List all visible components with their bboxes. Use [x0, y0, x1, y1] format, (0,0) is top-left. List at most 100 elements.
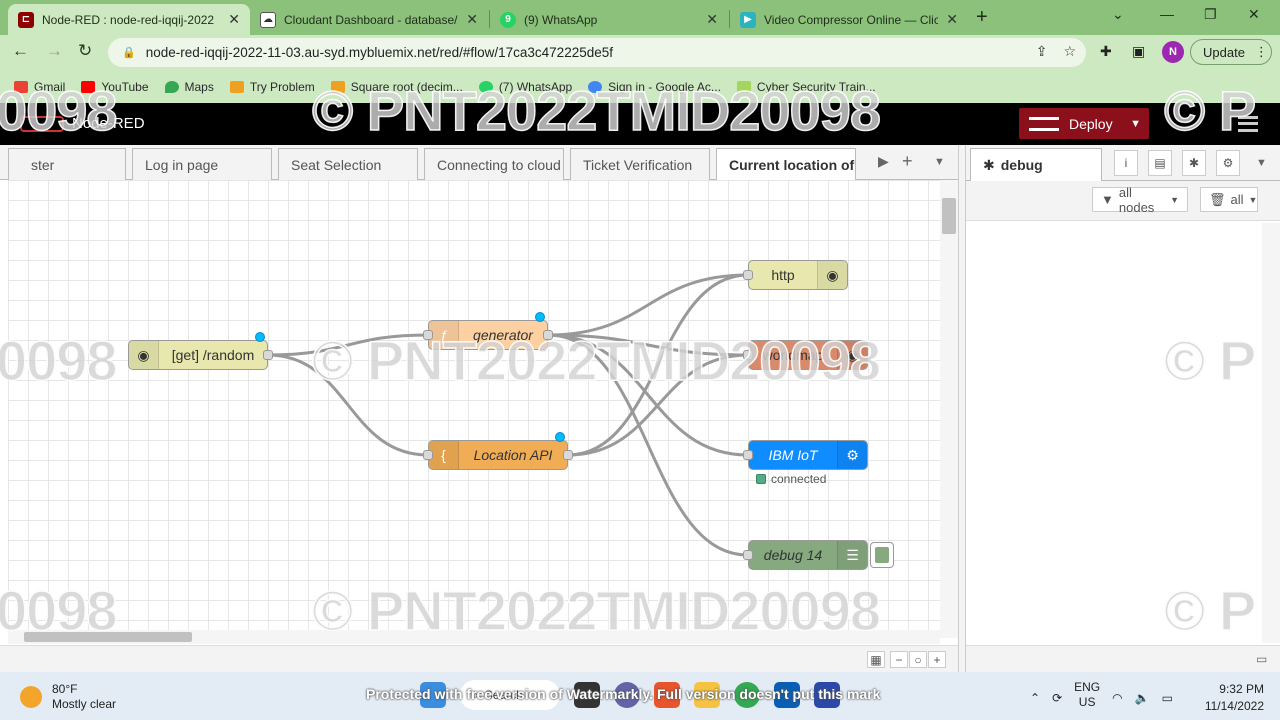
browser-tab-video-compressor[interactable]: ▶ Video Compressor Online — Clic ✕	[730, 4, 968, 35]
http-response-node[interactable]: http ◉	[748, 260, 848, 290]
debug-toggle-button[interactable]	[870, 542, 894, 568]
windows-start-icon[interactable]	[420, 682, 446, 708]
map-icon[interactable]: ▦	[867, 651, 885, 668]
tab-flow-1[interactable]: ster	[8, 148, 126, 180]
vertical-scrollbar[interactable]	[940, 180, 958, 638]
clear-all-dropdown[interactable]: 🗑 all ▼	[1200, 187, 1258, 212]
worldmap-node[interactable]: worldmap ◉	[748, 340, 868, 370]
zoom-in-button[interactable]: +	[928, 651, 946, 668]
filter-nodes-dropdown[interactable]: ▼ all nodes ▼	[1092, 185, 1188, 215]
gear-icon[interactable]: ⚙	[1216, 150, 1240, 176]
close-window-icon[interactable]: ✕	[1248, 6, 1260, 23]
template-node-location-api[interactable]: { Location API	[428, 440, 568, 470]
tab-search-icon[interactable]: ⌄	[1112, 6, 1124, 23]
input-port[interactable]	[423, 450, 433, 460]
new-tab-icon[interactable]: +	[976, 6, 988, 29]
tab-seat-selection[interactable]: Seat Selection	[278, 148, 418, 180]
function-node-generator[interactable]: ƒ generator	[428, 320, 548, 350]
tab-log-in-page[interactable]: Log in page	[132, 148, 272, 180]
output-port[interactable]	[563, 450, 573, 460]
input-port[interactable]	[743, 270, 753, 280]
sidebar-resize-handle[interactable]	[958, 145, 966, 672]
scroll-thumb[interactable]	[942, 198, 956, 234]
reload-icon[interactable]: ↻	[78, 41, 92, 61]
tab-current-location[interactable]: Current location of	[716, 148, 856, 181]
task-view-icon[interactable]	[574, 682, 600, 708]
bookmark-star-icon[interactable]: ☆	[1063, 43, 1076, 60]
http-in-node[interactable]: ◉ [get] /random	[128, 340, 268, 370]
sidebar-menu-caret-icon[interactable]: ▼	[1256, 157, 1267, 169]
main-menu-icon[interactable]	[1238, 116, 1258, 132]
address-bar[interactable]: 🔒 node-red-iqqij-2022-11-03.au-syd.myblu…	[108, 38, 1086, 67]
close-tab-icon[interactable]: ✕	[228, 11, 240, 28]
language-indicator[interactable]: ENG US	[1074, 680, 1100, 710]
brave-icon[interactable]	[654, 682, 680, 708]
browser-tab-whatsapp[interactable]: 9 (9) WhatsApp ✕	[490, 4, 728, 35]
book-icon[interactable]: ▤	[1148, 150, 1172, 176]
close-tab-icon[interactable]: ✕	[466, 11, 478, 28]
input-port[interactable]	[743, 350, 753, 360]
add-flow-icon[interactable]: +	[902, 151, 913, 172]
caret-down-icon[interactable]: ▼	[1130, 118, 1141, 130]
popout-icon[interactable]: ▭	[1256, 652, 1267, 666]
output-port[interactable]	[263, 350, 273, 360]
debug-node[interactable]: debug 14 ☰	[748, 540, 868, 570]
input-port[interactable]	[743, 450, 753, 460]
tab-connecting-to-cloud[interactable]: Connecting to cloud	[424, 148, 564, 180]
bookmark-cyber-security[interactable]: Cyber Security Train...	[736, 80, 876, 94]
sync-icon[interactable]: ⟳	[1052, 691, 1062, 705]
update-button[interactable]: Update ⋮	[1190, 39, 1272, 65]
flow-list-caret-icon[interactable]: ▼	[934, 156, 945, 168]
browser-tab-node-red[interactable]: ⊏ Node-RED : node-red-iqqij-2022 ✕	[8, 4, 250, 35]
bug-icon[interactable]: ✱	[1182, 150, 1206, 176]
clock[interactable]: 9:32 PM 11/14/2022	[1192, 681, 1264, 715]
tab-ticket-verification[interactable]: Ticket Verification	[570, 148, 710, 180]
store-icon[interactable]	[774, 682, 800, 708]
close-tab-icon[interactable]: ✕	[706, 11, 718, 28]
maps-icon	[164, 80, 179, 93]
horizontal-scrollbar[interactable]	[8, 630, 940, 644]
minimize-icon[interactable]: —	[1160, 6, 1174, 22]
taskbar-search[interactable]: ⌕ Search	[460, 680, 560, 710]
restore-icon[interactable]: ❐	[1204, 6, 1217, 23]
vscode-icon[interactable]	[814, 682, 840, 708]
side-panel-icon[interactable]: ▣	[1132, 43, 1145, 60]
sidebar-scrollbar[interactable]	[1262, 223, 1280, 643]
chrome-icon[interactable]	[734, 682, 760, 708]
battery-icon[interactable]: ▭	[1162, 691, 1173, 705]
forward-icon[interactable]: →	[46, 41, 63, 61]
function-icon: ƒ	[429, 321, 459, 349]
input-port[interactable]	[423, 330, 433, 340]
close-tab-icon[interactable]: ✕	[946, 11, 958, 28]
flow-canvas[interactable]: ◉ [get] /random ƒ generator { Location A…	[8, 180, 940, 638]
scroll-right-icon[interactable]: ▶	[878, 153, 889, 170]
output-port[interactable]	[543, 330, 553, 340]
bookmark-youtube[interactable]: YouTube	[81, 80, 149, 94]
chat-icon[interactable]	[614, 682, 640, 708]
wifi-icon[interactable]: ◠	[1112, 691, 1122, 705]
zoom-out-button[interactable]: −	[890, 651, 908, 668]
file-explorer-icon[interactable]	[694, 682, 720, 708]
bookmark-square-root[interactable]: Square root (decim...	[330, 80, 463, 94]
bookmark-google-signin[interactable]: Sign in - Google Ac...	[588, 80, 721, 94]
profile-avatar[interactable]: N	[1162, 41, 1184, 63]
bookmark-gmail[interactable]: Gmail	[14, 80, 65, 94]
browser-tab-cloudant[interactable]: ☁ Cloudant Dashboard - database/ ✕	[250, 4, 488, 35]
volume-icon[interactable]: 🔈	[1135, 691, 1150, 705]
bookmark-try-problem[interactable]: Try Problem	[229, 80, 315, 94]
back-icon[interactable]: ←	[12, 41, 29, 61]
zoom-reset-button[interactable]: ○	[909, 651, 927, 668]
scroll-thumb[interactable]	[24, 632, 192, 642]
info-icon[interactable]: i	[1114, 150, 1138, 176]
share-icon[interactable]: ⇪	[1036, 43, 1048, 60]
ibm-iot-node[interactable]: IBM IoT ⚙	[748, 440, 868, 470]
bookmark-whatsapp[interactable]: (7) WhatsApp	[478, 80, 572, 94]
deploy-button[interactable]: Deploy ▼	[1019, 108, 1149, 139]
globe-icon: ◉	[817, 261, 847, 289]
tray-overflow-icon[interactable]: ⌃	[1030, 691, 1040, 705]
weather-widget[interactable]: 80°F Mostly clear	[20, 682, 116, 712]
input-port[interactable]	[743, 550, 753, 560]
tab-debug[interactable]: ✱ debug	[970, 148, 1102, 181]
extensions-icon[interactable]: ✚	[1100, 43, 1112, 60]
bookmark-maps[interactable]: Maps	[164, 80, 214, 94]
